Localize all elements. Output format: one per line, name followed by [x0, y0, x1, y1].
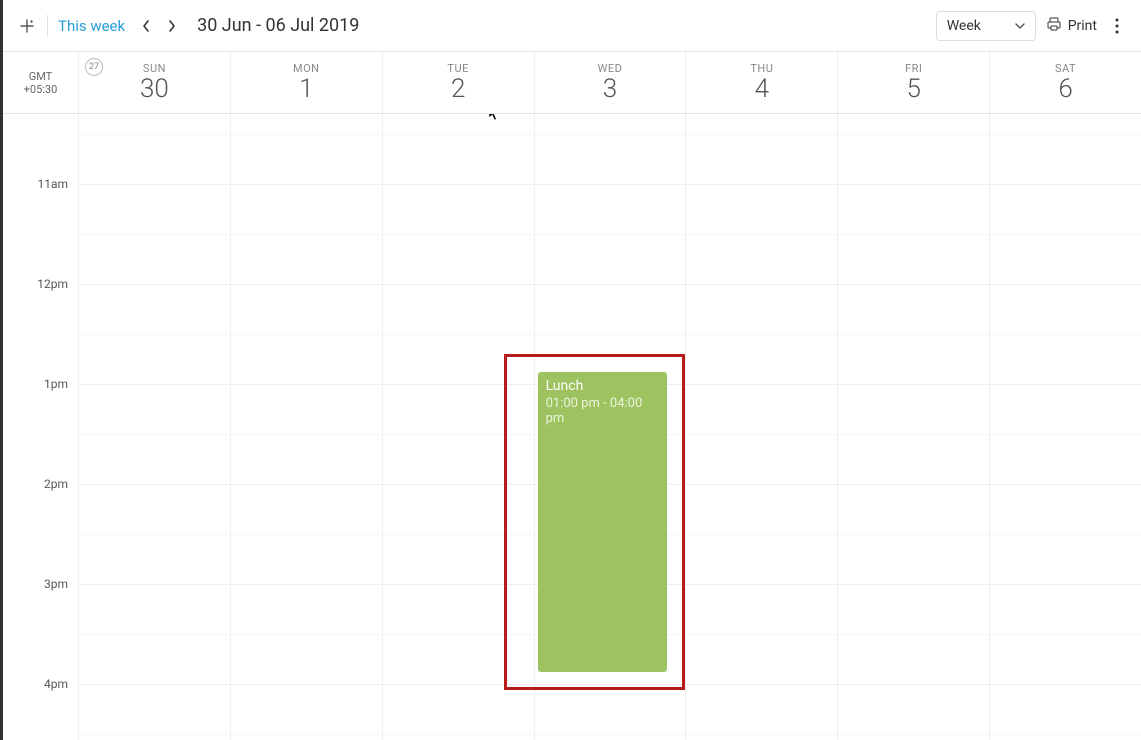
- half-hour-line: [78, 334, 1141, 335]
- print-button[interactable]: Print: [1046, 16, 1097, 36]
- day-of-week-label: TUE: [447, 62, 468, 75]
- day-header-thu[interactable]: THU4: [685, 52, 837, 113]
- day-number-label: 4: [755, 75, 769, 104]
- day-number-label: 2: [451, 75, 465, 104]
- day-of-week-label: WED: [598, 62, 623, 75]
- time-label: 1pm: [44, 377, 68, 391]
- day-header-tue[interactable]: TUE2: [382, 52, 534, 113]
- grid-day-col[interactable]: [989, 114, 1141, 740]
- more-menu-button[interactable]: [1107, 18, 1127, 34]
- day-of-week-label: MON: [293, 62, 320, 75]
- day-of-week-label: SAT: [1055, 62, 1076, 75]
- separator: [47, 15, 48, 37]
- add-event-button[interactable]: [17, 16, 37, 36]
- hour-line: [78, 184, 1141, 185]
- grid-day-col[interactable]: [685, 114, 837, 740]
- this-week-link[interactable]: This week: [58, 17, 125, 35]
- print-label: Print: [1068, 18, 1097, 34]
- grid-day-col[interactable]: [78, 114, 230, 740]
- day-header-row: GMT +05:30 27SUN30MON1TUE2WED3THU4FRI5SA…: [3, 52, 1141, 114]
- time-gutter: 11am 12pm 1pm 2pm 3pm 4pm: [3, 114, 78, 740]
- day-number-label: 5: [907, 75, 921, 104]
- time-label: 11am: [37, 177, 68, 191]
- half-hour-line: [78, 134, 1141, 135]
- event-time: 01:00 pm - 04:00 pm: [546, 396, 660, 426]
- time-label: 12pm: [37, 277, 68, 291]
- day-number-label: 30: [140, 75, 169, 104]
- day-header-sat[interactable]: SAT6: [989, 52, 1141, 113]
- day-header-mon[interactable]: MON1: [230, 52, 382, 113]
- time-label: 3pm: [44, 577, 68, 591]
- prev-week-button[interactable]: [135, 15, 157, 37]
- view-select-label: Week: [947, 18, 981, 34]
- grid-day-col[interactable]: [382, 114, 534, 740]
- view-select[interactable]: Week: [936, 11, 1036, 41]
- chevron-down-icon: [1015, 18, 1025, 34]
- date-range-label: 30 Jun - 06 Jul 2019: [197, 15, 359, 36]
- week-number-badge: 27: [85, 58, 103, 76]
- grid-cells[interactable]: Lunch 01:00 pm - 04:00 pm: [78, 114, 1141, 740]
- day-header-fri[interactable]: FRI5: [837, 52, 989, 113]
- timezone-cell: GMT +05:30: [3, 52, 78, 113]
- day-header-sun[interactable]: 27 SUN30: [78, 52, 230, 113]
- day-header-wed[interactable]: WED3: [534, 52, 686, 113]
- half-hour-line: [78, 734, 1141, 735]
- calendar-event[interactable]: Lunch 01:00 pm - 04:00 pm: [538, 372, 668, 672]
- half-hour-line: [78, 234, 1141, 235]
- timezone-offset: +05:30: [24, 83, 58, 96]
- nav-arrows: [135, 15, 183, 37]
- hour-line: [78, 684, 1141, 685]
- day-number-label: 3: [603, 75, 617, 104]
- grid-day-col[interactable]: [837, 114, 989, 740]
- time-label: 4pm: [44, 677, 68, 691]
- time-label: 2pm: [44, 477, 68, 491]
- hour-line: [78, 284, 1141, 285]
- day-number-label: 1: [299, 75, 313, 104]
- calendar-grid[interactable]: 11am 12pm 1pm 2pm 3pm 4pm Lunch 01:00 pm - 04:…: [3, 114, 1141, 740]
- day-number-label: 6: [1058, 75, 1072, 104]
- print-icon: [1046, 16, 1062, 36]
- next-week-button[interactable]: [161, 15, 183, 37]
- day-of-week-label: THU: [750, 62, 773, 75]
- day-of-week-label: FRI: [905, 62, 922, 75]
- toolbar: This week 30 Jun - 06 Jul 2019 Week Prin…: [3, 0, 1141, 52]
- timezone-label: GMT: [29, 70, 53, 83]
- event-title: Lunch: [546, 378, 660, 394]
- day-of-week-label: SUN: [143, 62, 166, 75]
- grid-day-col[interactable]: [230, 114, 382, 740]
